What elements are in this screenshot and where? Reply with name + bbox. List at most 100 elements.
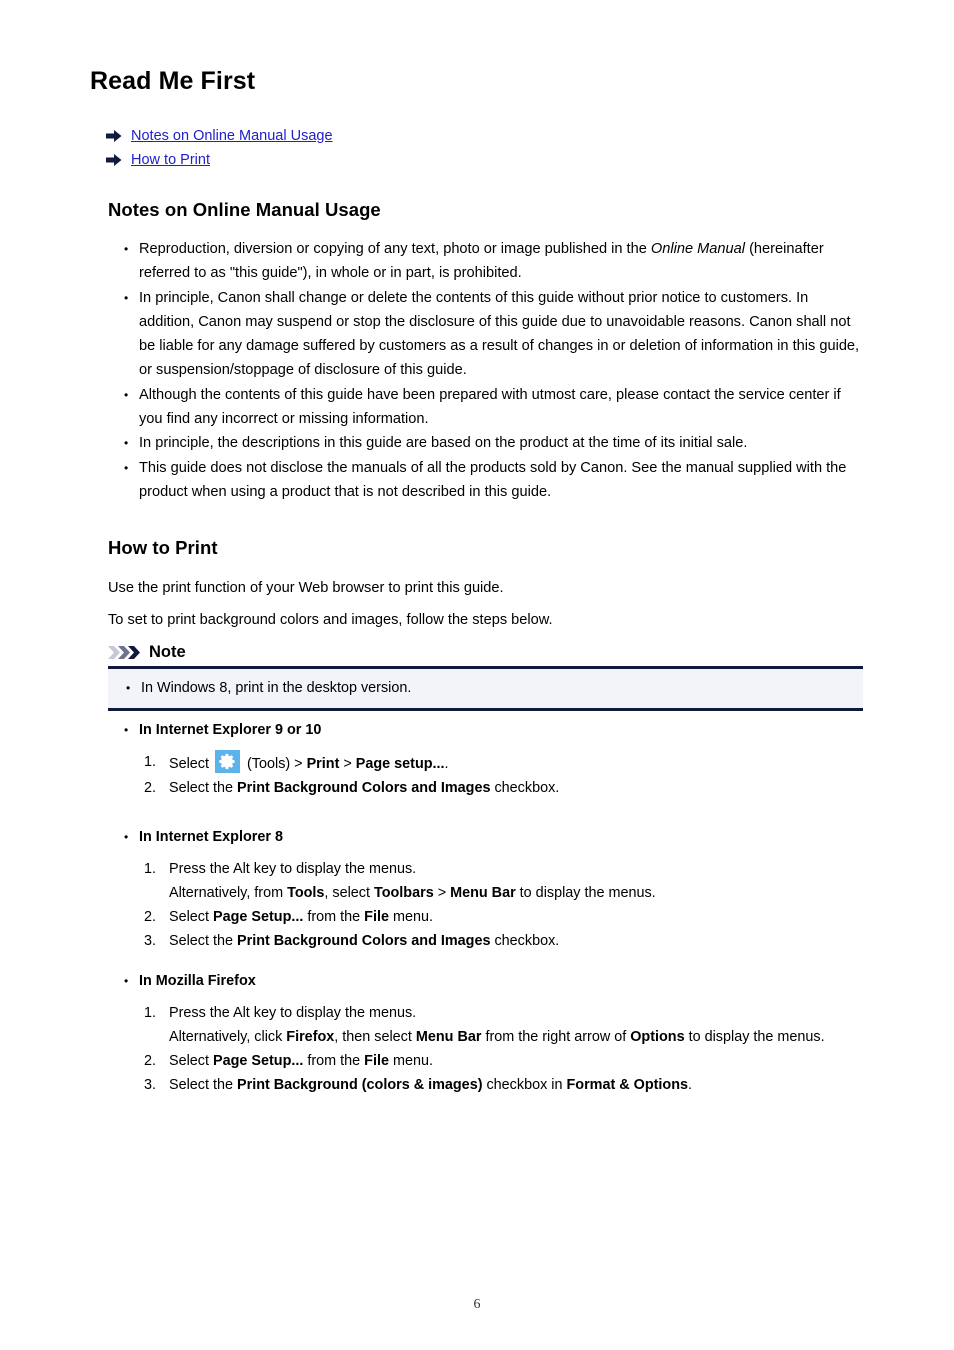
text-run: Select the	[169, 933, 237, 949]
note-list-item: In Windows 8, print in the desktop versi…	[108, 678, 863, 698]
gear-icon[interactable]	[215, 750, 240, 773]
emphasis-bold: Toolbars	[374, 885, 434, 901]
toc-item[interactable]: How to Print	[106, 148, 333, 171]
arrow-right-icon	[106, 129, 122, 143]
toc-item[interactable]: Notes on Online Manual Usage	[106, 124, 333, 147]
emphasis-bold: Print	[306, 756, 340, 772]
step-line: Press the Alt key to display the menus.	[169, 857, 882, 881]
procedure-step: Select the Print Background Colors and I…	[122, 929, 882, 953]
text-run: Press the Alt key to display the menus.	[169, 861, 417, 877]
text-run: In principle, the descriptions in this g…	[139, 435, 748, 452]
procedure-step: Select the Print Background (colors & im…	[122, 1073, 882, 1097]
text-run: >	[433, 885, 451, 901]
triple-chevron-icon	[108, 645, 142, 660]
section-heading-notes: Notes on Online Manual Usage	[108, 199, 381, 220]
procedure-heading: In Mozilla Firefox	[122, 971, 882, 991]
text-run: from the	[303, 1053, 365, 1069]
text-run: from the right arrow of	[481, 1029, 631, 1045]
procedure-step: Press the Alt key to display the menus. A…	[122, 857, 882, 905]
step-line: Select the Print Background (colors & im…	[169, 1073, 882, 1097]
text-run: , then select	[334, 1029, 416, 1045]
step-line: Select (Tools) > Print > Page setup....	[169, 750, 882, 776]
text-run: to display the menus.	[515, 885, 656, 901]
step-line: Select the Print Background Colors and I…	[169, 929, 882, 953]
text-run: Alternatively, click	[169, 1029, 287, 1045]
document-page: Read Me First Notes on Online Manual Usa…	[0, 0, 954, 1350]
text-run: .	[444, 756, 449, 772]
list-item: In principle, Canon shall change or dele…	[122, 286, 862, 383]
step-line: Select Page Setup... from the File menu.	[169, 905, 882, 929]
table-of-contents: Notes on Online Manual Usage How to Print	[106, 124, 333, 172]
text-run: from the	[303, 909, 365, 925]
emphasis-bold: Page Setup...	[213, 909, 304, 925]
list-item: In principle, the descriptions in this g…	[122, 431, 862, 456]
procedure-step: Select (Tools) > Print > Page setup....	[122, 750, 882, 776]
emphasis-bold: Options	[630, 1029, 685, 1045]
procedure-heading: In Internet Explorer 8	[122, 827, 882, 847]
note-body: In Windows 8, print in the desktop versi…	[108, 666, 863, 711]
text-run: In principle, Canon shall change or dele…	[139, 289, 860, 379]
text-run: Select	[169, 756, 213, 772]
emphasis-bold: Menu Bar	[415, 1029, 482, 1045]
page-title: Read Me First	[90, 67, 256, 95]
note-callout: Note In Windows 8, print in the desktop …	[108, 641, 863, 711]
procedure-ie-8: In Internet Explorer 8 Press the Alt key …	[122, 827, 882, 953]
section-heading-how-to-print: How to Print	[108, 537, 218, 558]
step-line: Alternatively, from Tools, select Toolba…	[169, 881, 882, 905]
emphasis-italic: Online Manual	[650, 241, 746, 257]
text-run: >	[339, 756, 356, 772]
emphasis-bold: File	[364, 1053, 389, 1069]
note-title: Note	[149, 643, 186, 661]
toc-link[interactable]: Notes on Online Manual Usage	[131, 127, 333, 145]
text-run: Alternatively, from	[169, 885, 288, 901]
text-run: menu.	[388, 909, 433, 925]
procedure-step: Select Page Setup... from the File menu.	[122, 905, 882, 929]
step-line: Select the Print Background Colors and I…	[169, 776, 882, 800]
emphasis-bold: Firefox	[286, 1029, 335, 1045]
text-run: Although the contents of this guide have…	[139, 386, 841, 428]
procedure-step-list: Press the Alt key to display the menus. A…	[122, 1001, 882, 1097]
step-line: Alternatively, click Firefox, then selec…	[169, 1025, 882, 1049]
text-run: This guide does not disclose the manuals…	[139, 459, 847, 500]
text-run: , select	[324, 885, 374, 901]
note-header: Note	[108, 641, 863, 663]
note-item-list: In Windows 8, print in the desktop versi…	[108, 678, 863, 698]
text-run: (Tools) >	[243, 756, 307, 772]
text-run: Select	[169, 1053, 213, 1069]
list-item: Although the contents of this guide have…	[122, 383, 862, 432]
text-run: Select the	[169, 1077, 237, 1093]
emphasis-bold: Print Background Colors and Images	[237, 780, 491, 796]
how-to-print-instruction: To set to print background colors and im…	[108, 612, 553, 628]
procedure-ie-9-or-10: In Internet Explorer 9 or 10 Select (Tool…	[122, 720, 882, 800]
text-run: checkbox.	[490, 933, 560, 949]
list-item: This guide does not disclose the manuals…	[122, 456, 862, 505]
step-line: Press the Alt key to display the menus.	[169, 1001, 882, 1025]
notes-bullet-list: Reproduction, diversion or copying of an…	[122, 237, 862, 504]
procedure-mozilla-firefox: In Mozilla Firefox Press the Alt key to d…	[122, 971, 882, 1097]
emphasis-bold: Page setup...	[355, 756, 445, 772]
arrow-right-icon	[106, 153, 122, 167]
text-run: Select the	[169, 780, 237, 796]
emphasis-bold: Page Setup...	[213, 1053, 304, 1069]
procedure-heading: In Internet Explorer 9 or 10	[122, 720, 882, 740]
list-item: Reproduction, diversion or copying of an…	[122, 237, 862, 286]
procedure-step: Press the Alt key to display the menus. A…	[122, 1001, 882, 1049]
text-run: menu.	[388, 1053, 433, 1069]
page-number: 6	[473, 1297, 481, 1312]
toc-link[interactable]: How to Print	[131, 151, 210, 169]
emphasis-bold: Tools	[287, 885, 325, 901]
how-to-print-intro: Use the print function of your Web brows…	[108, 580, 504, 596]
step-line: Select Page Setup... from the File menu.	[169, 1049, 882, 1073]
emphasis-bold: Format & Options	[566, 1077, 689, 1093]
text-run: Press the Alt key to display the menus.	[169, 1005, 417, 1021]
emphasis-bold: Print Background Colors and Images	[237, 933, 491, 949]
text-run: checkbox in	[482, 1077, 567, 1093]
text-run: .	[688, 1077, 693, 1093]
text-run: Reproduction, diversion or copying of an…	[139, 241, 651, 257]
procedure-step-list: Press the Alt key to display the menus. A…	[122, 857, 882, 953]
emphasis-bold: Print Background (colors & images)	[237, 1077, 483, 1093]
procedure-step-list: Select (Tools) > Print > Page setup.... S…	[122, 750, 882, 800]
emphasis-bold: File	[364, 909, 389, 925]
emphasis-bold: Menu Bar	[450, 885, 516, 901]
procedure-step: Select Page Setup... from the File menu.	[122, 1049, 882, 1073]
